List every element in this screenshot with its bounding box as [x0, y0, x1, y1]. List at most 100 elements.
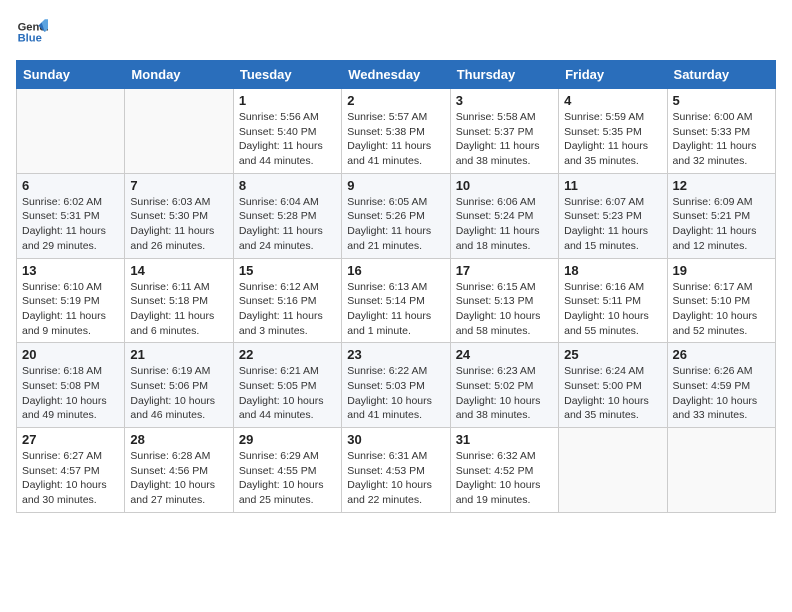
day-number: 20	[22, 347, 119, 362]
calendar-cell: 20 Sunrise: 6:18 AM Sunset: 5:08 PM Dayli…	[17, 343, 125, 428]
calendar-cell: 28 Sunrise: 6:28 AM Sunset: 4:56 PM Dayli…	[125, 428, 233, 513]
day-number: 11	[564, 178, 661, 193]
calendar-cell: 5 Sunrise: 6:00 AM Sunset: 5:33 PM Daylig…	[667, 89, 775, 174]
column-header-saturday: Saturday	[667, 61, 775, 89]
calendar-cell: 13 Sunrise: 6:10 AM Sunset: 5:19 PM Dayli…	[17, 258, 125, 343]
calendar-cell: 16 Sunrise: 6:13 AM Sunset: 5:14 PM Dayli…	[342, 258, 450, 343]
calendar-cell	[559, 428, 667, 513]
calendar-cell: 11Sunrise: 6:07 AM Sunset: 5:23 PM Dayli…	[559, 173, 667, 258]
day-detail: Sunrise: 6:17 AM Sunset: 5:10 PM Dayligh…	[673, 280, 770, 339]
day-number: 14	[130, 263, 227, 278]
column-header-monday: Monday	[125, 61, 233, 89]
calendar-cell: 15 Sunrise: 6:12 AM Sunset: 5:16 PM Dayli…	[233, 258, 341, 343]
svg-text:Blue: Blue	[18, 33, 42, 45]
calendar-cell: 24Sunrise: 6:23 AM Sunset: 5:02 PM Dayli…	[450, 343, 558, 428]
day-number: 8	[239, 178, 336, 193]
calendar-cell: 7 Sunrise: 6:03 AM Sunset: 5:30 PM Daylig…	[125, 173, 233, 258]
column-header-thursday: Thursday	[450, 61, 558, 89]
day-detail: Sunrise: 6:10 AM Sunset: 5:19 PM Dayligh…	[22, 280, 119, 339]
day-number: 25	[564, 347, 661, 362]
day-detail: Sunrise: 6:29 AM Sunset: 4:55 PM Dayligh…	[239, 449, 336, 508]
day-detail: Sunrise: 6:06 AM Sunset: 5:24 PM Dayligh…	[456, 195, 553, 254]
logo: General Blue	[16, 16, 48, 48]
column-header-tuesday: Tuesday	[233, 61, 341, 89]
calendar-cell: 18 Sunrise: 6:16 AM Sunset: 5:11 PM Dayli…	[559, 258, 667, 343]
page-header: General Blue	[16, 16, 776, 48]
day-number: 1	[239, 93, 336, 108]
calendar-cell: 17 Sunrise: 6:15 AM Sunset: 5:13 PM Dayli…	[450, 258, 558, 343]
day-number: 7	[130, 178, 227, 193]
day-number: 18	[564, 263, 661, 278]
calendar-cell: 6 Sunrise: 6:02 AM Sunset: 5:31 PM Daylig…	[17, 173, 125, 258]
day-detail: Sunrise: 6:12 AM Sunset: 5:16 PM Dayligh…	[239, 280, 336, 339]
column-header-friday: Friday	[559, 61, 667, 89]
day-detail: Sunrise: 6:19 AM Sunset: 5:06 PM Dayligh…	[130, 364, 227, 423]
day-number: 2	[347, 93, 444, 108]
calendar-cell: 8Sunrise: 6:04 AM Sunset: 5:28 PM Daylig…	[233, 173, 341, 258]
calendar-cell: 22 Sunrise: 6:21 AM Sunset: 5:05 PM Dayli…	[233, 343, 341, 428]
day-number: 28	[130, 432, 227, 447]
day-detail: Sunrise: 6:02 AM Sunset: 5:31 PM Dayligh…	[22, 195, 119, 254]
calendar-cell: 4Sunrise: 5:59 AM Sunset: 5:35 PM Daylig…	[559, 89, 667, 174]
day-number: 22	[239, 347, 336, 362]
calendar-cell: 3 Sunrise: 5:58 AM Sunset: 5:37 PM Daylig…	[450, 89, 558, 174]
calendar-cell: 27Sunrise: 6:27 AM Sunset: 4:57 PM Dayli…	[17, 428, 125, 513]
day-number: 29	[239, 432, 336, 447]
day-detail: Sunrise: 6:28 AM Sunset: 4:56 PM Dayligh…	[130, 449, 227, 508]
calendar-week-4: 20 Sunrise: 6:18 AM Sunset: 5:08 PM Dayli…	[17, 343, 776, 428]
day-detail: Sunrise: 6:13 AM Sunset: 5:14 PM Dayligh…	[347, 280, 444, 339]
day-number: 10	[456, 178, 553, 193]
day-number: 13	[22, 263, 119, 278]
day-detail: Sunrise: 6:21 AM Sunset: 5:05 PM Dayligh…	[239, 364, 336, 423]
day-number: 31	[456, 432, 553, 447]
calendar-cell: 19 Sunrise: 6:17 AM Sunset: 5:10 PM Dayli…	[667, 258, 775, 343]
calendar-cell: 31 Sunrise: 6:32 AM Sunset: 4:52 PM Dayli…	[450, 428, 558, 513]
day-detail: Sunrise: 5:56 AM Sunset: 5:40 PM Dayligh…	[239, 110, 336, 169]
calendar-cell: 9 Sunrise: 6:05 AM Sunset: 5:26 PM Daylig…	[342, 173, 450, 258]
day-detail: Sunrise: 5:59 AM Sunset: 5:35 PM Dayligh…	[564, 110, 661, 169]
day-detail: Sunrise: 5:57 AM Sunset: 5:38 PM Dayligh…	[347, 110, 444, 169]
calendar-cell: 29 Sunrise: 6:29 AM Sunset: 4:55 PM Dayli…	[233, 428, 341, 513]
calendar-cell: 12 Sunrise: 6:09 AM Sunset: 5:21 PM Dayli…	[667, 173, 775, 258]
calendar-cell	[667, 428, 775, 513]
day-number: 30	[347, 432, 444, 447]
calendar-week-1: 1 Sunrise: 5:56 AM Sunset: 5:40 PM Daylig…	[17, 89, 776, 174]
day-number: 3	[456, 93, 553, 108]
calendar-cell: 30 Sunrise: 6:31 AM Sunset: 4:53 PM Dayli…	[342, 428, 450, 513]
day-detail: Sunrise: 6:11 AM Sunset: 5:18 PM Dayligh…	[130, 280, 227, 339]
day-number: 9	[347, 178, 444, 193]
day-detail: Sunrise: 6:27 AM Sunset: 4:57 PM Dayligh…	[22, 449, 119, 508]
day-detail: Sunrise: 6:31 AM Sunset: 4:53 PM Dayligh…	[347, 449, 444, 508]
day-number: 23	[347, 347, 444, 362]
day-number: 21	[130, 347, 227, 362]
day-detail: Sunrise: 5:58 AM Sunset: 5:37 PM Dayligh…	[456, 110, 553, 169]
day-number: 16	[347, 263, 444, 278]
day-number: 19	[673, 263, 770, 278]
day-detail: Sunrise: 6:05 AM Sunset: 5:26 PM Dayligh…	[347, 195, 444, 254]
day-number: 6	[22, 178, 119, 193]
calendar-cell: 1 Sunrise: 5:56 AM Sunset: 5:40 PM Daylig…	[233, 89, 341, 174]
day-number: 17	[456, 263, 553, 278]
day-number: 15	[239, 263, 336, 278]
day-detail: Sunrise: 6:32 AM Sunset: 4:52 PM Dayligh…	[456, 449, 553, 508]
day-number: 24	[456, 347, 553, 362]
day-detail: Sunrise: 6:03 AM Sunset: 5:30 PM Dayligh…	[130, 195, 227, 254]
calendar-week-2: 6 Sunrise: 6:02 AM Sunset: 5:31 PM Daylig…	[17, 173, 776, 258]
day-detail: Sunrise: 6:15 AM Sunset: 5:13 PM Dayligh…	[456, 280, 553, 339]
calendar-cell: 25 Sunrise: 6:24 AM Sunset: 5:00 PM Dayli…	[559, 343, 667, 428]
calendar-cell: 14 Sunrise: 6:11 AM Sunset: 5:18 PM Dayli…	[125, 258, 233, 343]
calendar-header-row: SundayMondayTuesdayWednesdayThursdayFrid…	[17, 61, 776, 89]
day-detail: Sunrise: 6:09 AM Sunset: 5:21 PM Dayligh…	[673, 195, 770, 254]
day-detail: Sunrise: 6:16 AM Sunset: 5:11 PM Dayligh…	[564, 280, 661, 339]
day-detail: Sunrise: 6:22 AM Sunset: 5:03 PM Dayligh…	[347, 364, 444, 423]
calendar-cell: 26Sunrise: 6:26 AM Sunset: 4:59 PM Dayli…	[667, 343, 775, 428]
day-number: 5	[673, 93, 770, 108]
calendar-cell: 2 Sunrise: 5:57 AM Sunset: 5:38 PM Daylig…	[342, 89, 450, 174]
day-number: 12	[673, 178, 770, 193]
calendar-table: SundayMondayTuesdayWednesdayThursdayFrid…	[16, 60, 776, 513]
day-detail: Sunrise: 6:24 AM Sunset: 5:00 PM Dayligh…	[564, 364, 661, 423]
calendar-cell: 21 Sunrise: 6:19 AM Sunset: 5:06 PM Dayli…	[125, 343, 233, 428]
calendar-cell	[17, 89, 125, 174]
day-detail: Sunrise: 6:00 AM Sunset: 5:33 PM Dayligh…	[673, 110, 770, 169]
day-detail: Sunrise: 6:18 AM Sunset: 5:08 PM Dayligh…	[22, 364, 119, 423]
